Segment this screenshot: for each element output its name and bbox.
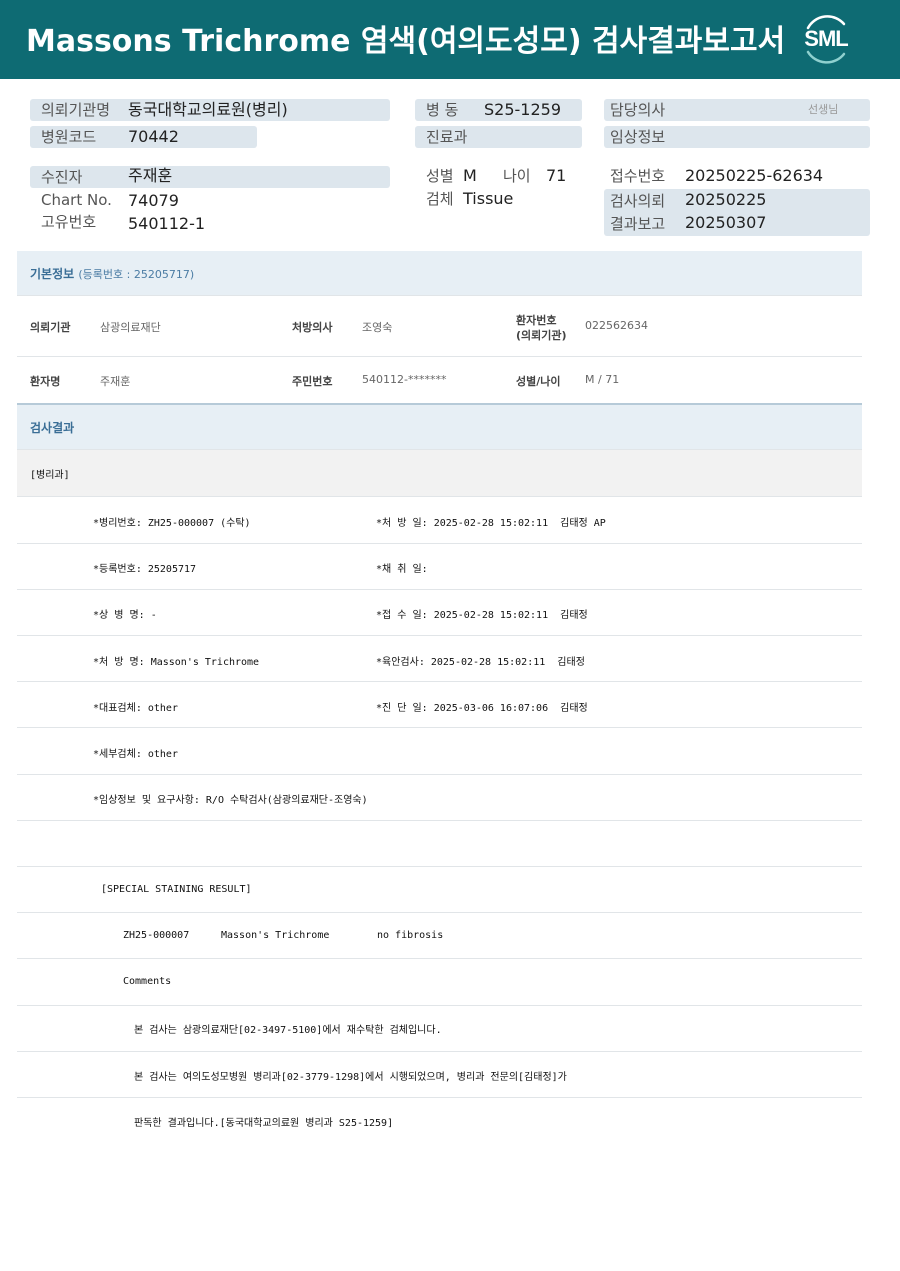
divider: [17, 866, 862, 867]
result-value: 20250307: [685, 213, 767, 232]
divider: [17, 1005, 862, 1006]
stain-name: Masson's Trichrome: [221, 930, 330, 941]
divider: [17, 1097, 862, 1098]
patient-value: 주재훈: [128, 166, 173, 185]
sml-logo: SML: [798, 10, 854, 68]
prescription-name: *처 방 명: Masson's Trichrome: [93, 657, 260, 668]
resident-id-value: 540112-*******: [362, 373, 447, 386]
comments-label: Comments: [123, 976, 172, 987]
chart-value: 74079: [128, 191, 179, 210]
divider: [17, 496, 862, 497]
received-date: *접 수 일: 2025-02-28 15:02:11 김태정: [376, 610, 588, 621]
patient-number-label: 환자번호: [516, 314, 557, 327]
result-label: 결과보고: [610, 215, 666, 233]
request-label: 검사의뢰: [610, 192, 666, 210]
registration-number: *등록번호: 25205717: [93, 564, 197, 575]
divider: [17, 727, 862, 728]
stain-result: no fibrosis: [377, 930, 444, 941]
specimen-value: Tissue: [463, 189, 514, 208]
divider: [17, 912, 862, 913]
dept-row: [17, 450, 862, 496]
ward-value: S25-1259: [484, 100, 562, 119]
results-title: 검사결과: [30, 421, 75, 435]
receipt-value: 20250225-62634: [685, 166, 824, 185]
main-specimen: *대표검체: other: [93, 703, 178, 714]
divider: [17, 958, 862, 959]
divider: [17, 543, 862, 544]
report-banner: Massons Trichrome 염색(여의도성모) 검사결과보고서 SML: [0, 0, 900, 79]
basic-info-title: 기본정보 (등록번호 : 25205717): [30, 265, 194, 282]
comment-line-1: 본 검사는 삼광의료재단[02-3497-5100]에서 재수탁한 검체입니다.: [134, 1025, 442, 1036]
staining-header: [SPECIAL STAINING RESULT]: [101, 884, 252, 895]
stain-case-number: ZH25-000007: [123, 930, 190, 941]
comment-line-3: 판독한 결과입니다.[동국대학교의료원 병리과 S25-1259]: [134, 1118, 394, 1129]
doctor-suffix: 선생님: [808, 103, 839, 116]
logo-text: SML: [804, 26, 848, 51]
prescriber-label: 처방의사: [292, 321, 333, 334]
prescribed-date: *처 방 일: 2025-02-28 15:02:11 김태정 AP: [376, 518, 606, 529]
divider: [17, 820, 862, 821]
patient-label: 수진자: [41, 168, 83, 186]
divider: [17, 356, 862, 357]
sex-label: 성별: [426, 167, 454, 185]
age-value: 71: [546, 166, 567, 185]
divider: [17, 295, 862, 296]
sex-age-value: M / 71: [585, 373, 620, 386]
doctor-label: 담당의사: [610, 101, 666, 119]
collected-date: *채 취 일:: [376, 564, 428, 575]
institution-label: 의뢰기관명: [41, 101, 111, 119]
unique-label: 고유번호: [41, 213, 97, 231]
patient-name-value: 주재훈: [100, 375, 131, 388]
basic-info-title-text: 기본정보: [30, 267, 75, 281]
results-header: [17, 405, 862, 449]
requesting-institution-label: 의뢰기관: [30, 321, 71, 334]
disease-name: *상 병 명: -: [93, 610, 157, 621]
report-title: Massons Trichrome 염색(여의도성모) 검사결과보고서: [26, 24, 786, 59]
clinical-label: 임상정보: [610, 128, 666, 146]
patient-number-value: 022562634: [585, 319, 648, 332]
request-value: 20250225: [685, 190, 767, 209]
gross-exam: *육안검사: 2025-02-28 15:02:11 김태정: [376, 657, 585, 668]
patient-bar: [30, 166, 390, 188]
divider: [17, 1051, 862, 1052]
prescriber-value: 조영숙: [362, 321, 393, 334]
registration-note: (등록번호 : 25205717): [78, 268, 195, 281]
patient-name-label: 환자명: [30, 375, 61, 388]
divider: [17, 774, 862, 775]
institution-value: 동국대학교의료원(병리): [128, 100, 288, 119]
unique-value: 540112-1: [128, 214, 206, 233]
clinical-requirements: *임상정보 및 요구사항: R/O 수탁검사(삼광의료재단-조영숙): [93, 795, 368, 806]
hospital-code-label: 병원코드: [41, 128, 97, 146]
hospital-code-value: 70442: [128, 127, 179, 146]
sex-value: M: [463, 166, 477, 185]
age-label: 나이: [503, 167, 531, 185]
receipt-label: 접수번호: [610, 167, 666, 185]
comment-line-2: 본 검사는 여의도성모병원 병리과[02-3779-1298]에서 시행되었으며…: [134, 1072, 567, 1083]
divider: [17, 635, 862, 636]
sex-age-label: 성별/나이: [516, 375, 561, 388]
department-label: 진료과: [426, 128, 468, 146]
specimen-label: 검체: [426, 190, 454, 208]
sub-specimen: *세부검체: other: [93, 749, 178, 760]
divider: [17, 681, 862, 682]
pathology-number: *병리번호: ZH25-000007 (수탁): [93, 518, 251, 529]
resident-id-label: 주민번호: [292, 375, 333, 388]
requesting-institution-value: 삼광의료재단: [100, 321, 161, 334]
patient-number-sublabel: (의뢰기관): [516, 329, 567, 342]
divider: [17, 589, 862, 590]
department-tag: [병리과]: [30, 470, 70, 481]
ward-label: 병 동: [426, 101, 459, 119]
diagnosis-date: *진 단 일: 2025-03-06 16:07:06 김태정: [376, 703, 588, 714]
chart-label: Chart No.: [41, 191, 112, 209]
